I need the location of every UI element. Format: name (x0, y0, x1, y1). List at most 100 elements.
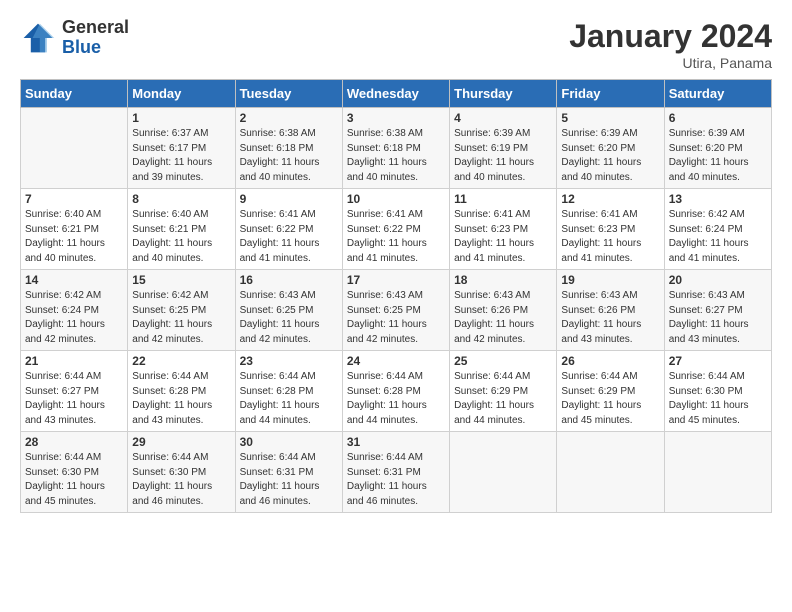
day-number: 22 (132, 354, 230, 368)
day-number: 14 (25, 273, 123, 287)
calendar-cell: 12 Sunrise: 6:41 AM Sunset: 6:23 PM Dayli… (557, 189, 664, 270)
day-number: 27 (669, 354, 767, 368)
day-number: 29 (132, 435, 230, 449)
day-info: Sunrise: 6:38 AM Sunset: 6:18 PM Dayligh… (347, 127, 445, 185)
calendar-cell (664, 432, 771, 513)
calendar-cell: 5 Sunrise: 6:39 AM Sunset: 6:20 PM Daylig… (557, 108, 664, 189)
page: General Blue January 2024 Utira, Panama … (0, 0, 792, 523)
day-number: 18 (454, 273, 552, 287)
calendar-cell: 1Sunrise: 6:37 AM Sunset: 6:17 PM Daylig… (128, 108, 235, 189)
calendar-cell: 23 Sunrise: 6:44 AM Sunset: 6:28 PM Dayli… (235, 351, 342, 432)
day-number: 3 (347, 111, 445, 125)
calendar-table: SundayMondayTuesdayWednesdayThursdayFrid… (20, 79, 772, 513)
calendar-week-row: 1Sunrise: 6:37 AM Sunset: 6:17 PM Daylig… (21, 108, 772, 189)
calendar-cell: 25Sunrise: 6:44 AM Sunset: 6:29 PM Dayli… (450, 351, 557, 432)
calendar-cell: 11 Sunrise: 6:41 AM Sunset: 6:23 PM Dayli… (450, 189, 557, 270)
day-info: Sunrise: 6:44 AM Sunset: 6:28 PM Dayligh… (132, 370, 230, 428)
day-number: 6 (669, 111, 767, 125)
calendar-cell: 16Sunrise: 6:43 AM Sunset: 6:25 PM Dayli… (235, 270, 342, 351)
day-info: Sunrise: 6:44 AM Sunset: 6:28 PM Dayligh… (347, 370, 445, 428)
header-day: Thursday (450, 80, 557, 108)
day-number: 17 (347, 273, 445, 287)
day-info: Sunrise: 6:43 AM Sunset: 6:26 PM Dayligh… (454, 289, 552, 347)
day-info: Sunrise: 6:38 AM Sunset: 6:18 PM Dayligh… (240, 127, 338, 185)
day-number: 21 (25, 354, 123, 368)
day-number: 4 (454, 111, 552, 125)
header-day: Friday (557, 80, 664, 108)
calendar-cell: 27 Sunrise: 6:44 AM Sunset: 6:30 PM Dayli… (664, 351, 771, 432)
calendar-week-row: 14 Sunrise: 6:42 AM Sunset: 6:24 PM Dayli… (21, 270, 772, 351)
calendar-cell: 10 Sunrise: 6:41 AM Sunset: 6:22 PM Dayli… (342, 189, 449, 270)
logo-blue-label: Blue (62, 38, 129, 58)
day-number: 20 (669, 273, 767, 287)
day-number: 15 (132, 273, 230, 287)
calendar-cell (450, 432, 557, 513)
day-info: Sunrise: 6:43 AM Sunset: 6:26 PM Dayligh… (561, 289, 659, 347)
calendar-cell: 29 Sunrise: 6:44 AM Sunset: 6:30 PM Dayli… (128, 432, 235, 513)
day-number: 12 (561, 192, 659, 206)
header-day: Sunday (21, 80, 128, 108)
calendar-cell: 20 Sunrise: 6:43 AM Sunset: 6:27 PM Dayli… (664, 270, 771, 351)
calendar-cell: 15Sunrise: 6:42 AM Sunset: 6:25 PM Dayli… (128, 270, 235, 351)
day-number: 8 (132, 192, 230, 206)
day-number: 26 (561, 354, 659, 368)
title-block: January 2024 Utira, Panama (569, 18, 772, 71)
calendar-subtitle: Utira, Panama (569, 55, 772, 71)
day-number: 13 (669, 192, 767, 206)
calendar-header: SundayMondayTuesdayWednesdayThursdayFrid… (21, 80, 772, 108)
calendar-cell: 9Sunrise: 6:41 AM Sunset: 6:22 PM Daylig… (235, 189, 342, 270)
calendar-cell: 6 Sunrise: 6:39 AM Sunset: 6:20 PM Daylig… (664, 108, 771, 189)
calendar-cell: 8Sunrise: 6:40 AM Sunset: 6:21 PM Daylig… (128, 189, 235, 270)
calendar-cell: 28 Sunrise: 6:44 AM Sunset: 6:30 PM Dayli… (21, 432, 128, 513)
day-number: 7 (25, 192, 123, 206)
day-number: 5 (561, 111, 659, 125)
day-number: 23 (240, 354, 338, 368)
header-day: Wednesday (342, 80, 449, 108)
logo: General Blue (20, 18, 129, 58)
day-info: Sunrise: 6:44 AM Sunset: 6:30 PM Dayligh… (25, 451, 123, 509)
day-info: Sunrise: 6:41 AM Sunset: 6:22 PM Dayligh… (347, 208, 445, 266)
day-info: Sunrise: 6:43 AM Sunset: 6:27 PM Dayligh… (669, 289, 767, 347)
calendar-week-row: 28 Sunrise: 6:44 AM Sunset: 6:30 PM Dayli… (21, 432, 772, 513)
day-info: Sunrise: 6:41 AM Sunset: 6:22 PM Dayligh… (240, 208, 338, 266)
day-number: 2 (240, 111, 338, 125)
logo-text: General Blue (62, 18, 129, 58)
day-info: Sunrise: 6:39 AM Sunset: 6:20 PM Dayligh… (669, 127, 767, 185)
calendar-week-row: 21 Sunrise: 6:44 AM Sunset: 6:27 PM Dayli… (21, 351, 772, 432)
header-day: Tuesday (235, 80, 342, 108)
logo-general-label: General (62, 18, 129, 38)
day-info: Sunrise: 6:39 AM Sunset: 6:20 PM Dayligh… (561, 127, 659, 185)
calendar-cell: 26 Sunrise: 6:44 AM Sunset: 6:29 PM Dayli… (557, 351, 664, 432)
calendar-week-row: 7 Sunrise: 6:40 AM Sunset: 6:21 PM Daylig… (21, 189, 772, 270)
day-info: Sunrise: 6:44 AM Sunset: 6:27 PM Dayligh… (25, 370, 123, 428)
day-info: Sunrise: 6:43 AM Sunset: 6:25 PM Dayligh… (240, 289, 338, 347)
calendar-body: 1Sunrise: 6:37 AM Sunset: 6:17 PM Daylig… (21, 108, 772, 513)
calendar-cell: 4Sunrise: 6:39 AM Sunset: 6:19 PM Daylig… (450, 108, 557, 189)
day-info: Sunrise: 6:44 AM Sunset: 6:30 PM Dayligh… (669, 370, 767, 428)
calendar-cell: 2 Sunrise: 6:38 AM Sunset: 6:18 PM Daylig… (235, 108, 342, 189)
calendar-cell: 3 Sunrise: 6:38 AM Sunset: 6:18 PM Daylig… (342, 108, 449, 189)
day-info: Sunrise: 6:42 AM Sunset: 6:24 PM Dayligh… (669, 208, 767, 266)
day-info: Sunrise: 6:41 AM Sunset: 6:23 PM Dayligh… (454, 208, 552, 266)
calendar-cell: 19 Sunrise: 6:43 AM Sunset: 6:26 PM Dayli… (557, 270, 664, 351)
day-number: 30 (240, 435, 338, 449)
day-number: 11 (454, 192, 552, 206)
calendar-cell (21, 108, 128, 189)
calendar-cell: 18 Sunrise: 6:43 AM Sunset: 6:26 PM Dayli… (450, 270, 557, 351)
day-info: Sunrise: 6:44 AM Sunset: 6:30 PM Dayligh… (132, 451, 230, 509)
day-info: Sunrise: 6:44 AM Sunset: 6:29 PM Dayligh… (561, 370, 659, 428)
calendar-cell: 7 Sunrise: 6:40 AM Sunset: 6:21 PM Daylig… (21, 189, 128, 270)
calendar-cell: 14 Sunrise: 6:42 AM Sunset: 6:24 PM Dayli… (21, 270, 128, 351)
day-info: Sunrise: 6:41 AM Sunset: 6:23 PM Dayligh… (561, 208, 659, 266)
day-number: 19 (561, 273, 659, 287)
day-info: Sunrise: 6:44 AM Sunset: 6:28 PM Dayligh… (240, 370, 338, 428)
day-info: Sunrise: 6:42 AM Sunset: 6:24 PM Dayligh… (25, 289, 123, 347)
calendar-cell: 22 Sunrise: 6:44 AM Sunset: 6:28 PM Dayli… (128, 351, 235, 432)
logo-icon (20, 20, 56, 56)
calendar-cell: 24Sunrise: 6:44 AM Sunset: 6:28 PM Dayli… (342, 351, 449, 432)
day-info: Sunrise: 6:40 AM Sunset: 6:21 PM Dayligh… (25, 208, 123, 266)
header: General Blue January 2024 Utira, Panama (20, 18, 772, 71)
day-number: 1 (132, 111, 230, 125)
day-number: 10 (347, 192, 445, 206)
day-number: 28 (25, 435, 123, 449)
